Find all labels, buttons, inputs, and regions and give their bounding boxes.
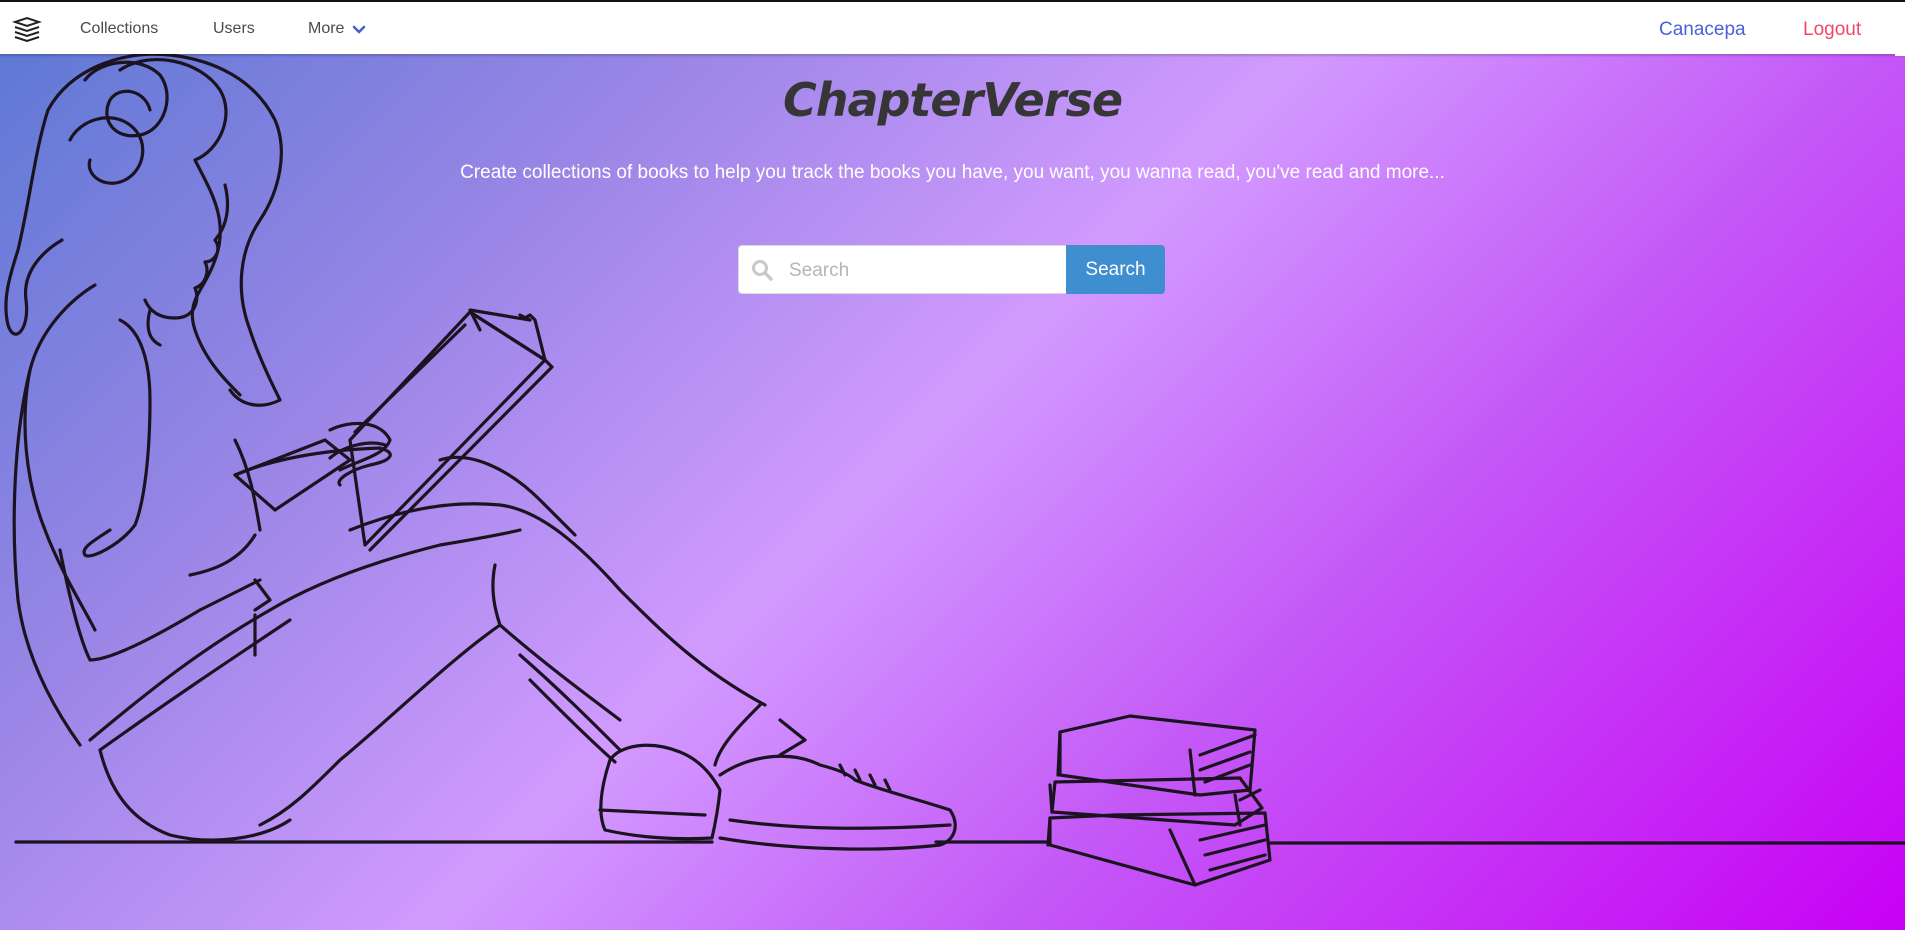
page-subtitle: Create collections of books to help you … bbox=[460, 162, 1445, 183]
nav-more-dropdown[interactable]: More bbox=[308, 20, 366, 38]
nav-item-collections[interactable]: Collections bbox=[80, 20, 158, 38]
search-input[interactable] bbox=[787, 246, 1061, 295]
reading-woman-illustration bbox=[4, 52, 1905, 887]
chevron-down-icon bbox=[353, 25, 366, 34]
logout-link[interactable]: Logout bbox=[1803, 19, 1861, 41]
nav-user-link[interactable]: Canacepa bbox=[1659, 19, 1746, 41]
book-stack-icon[interactable] bbox=[12, 16, 42, 42]
search-field bbox=[738, 245, 1066, 295]
page-title: ChapterVerse bbox=[782, 73, 1123, 127]
top-navbar: Collections Users More Canacepa Logout bbox=[0, 0, 1905, 56]
search-button[interactable]: Search bbox=[1066, 245, 1165, 294]
nav-item-users[interactable]: Users bbox=[213, 20, 255, 38]
search-bar: Search bbox=[738, 245, 1165, 295]
nav-more-label: More bbox=[308, 20, 345, 37]
magnifier-icon bbox=[752, 260, 773, 281]
navbar-edge bbox=[1895, 2, 1905, 56]
